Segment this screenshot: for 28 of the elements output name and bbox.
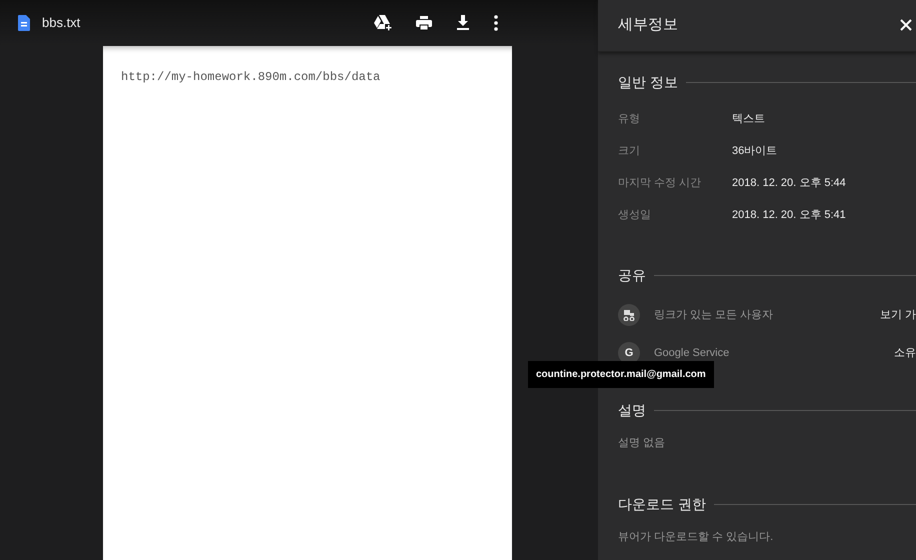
close-icon	[900, 19, 912, 32]
print-icon	[416, 15, 432, 31]
description-text: 설명 없음	[618, 436, 666, 451]
property-value: 36바이트	[732, 144, 778, 159]
person-name: Google Service	[654, 346, 730, 361]
text-line: http://my-homework.890m.com/bbs/data	[121, 69, 382, 86]
property-value: 텍스트	[732, 112, 765, 127]
property-label: 유형	[618, 112, 641, 127]
download-icon	[456, 15, 470, 31]
email-tooltip: countine.protector.mail@gmail.com	[528, 361, 714, 388]
section-heading: 공유	[618, 266, 646, 285]
property-value: 2018. 12. 20. 오후 5:44	[732, 176, 846, 191]
property-label: 생성일	[618, 208, 652, 223]
section-heading: 다운로드 권한	[618, 494, 706, 514]
section-heading: 일반 정보	[618, 73, 678, 92]
access-role: 보기 가	[880, 308, 916, 323]
drive-icon	[374, 15, 392, 31]
access-role: 소유	[894, 346, 916, 361]
document-icon	[18, 15, 30, 31]
description-text: 뷰어가 다운로드할 수 있습니다.	[618, 530, 774, 544]
property-label: 마지막 수정 시간	[618, 176, 702, 191]
section-heading: 설명	[618, 401, 646, 420]
panel-title: 세부정보	[618, 15, 678, 36]
file-name: bbs.txt	[42, 14, 80, 32]
property-value: 2018. 12. 20. 오후 5:41	[732, 208, 846, 223]
person-name: 링크가 있는 모든 사용자	[654, 308, 774, 323]
more-icon	[494, 15, 498, 31]
property-label: 크기	[618, 144, 641, 159]
